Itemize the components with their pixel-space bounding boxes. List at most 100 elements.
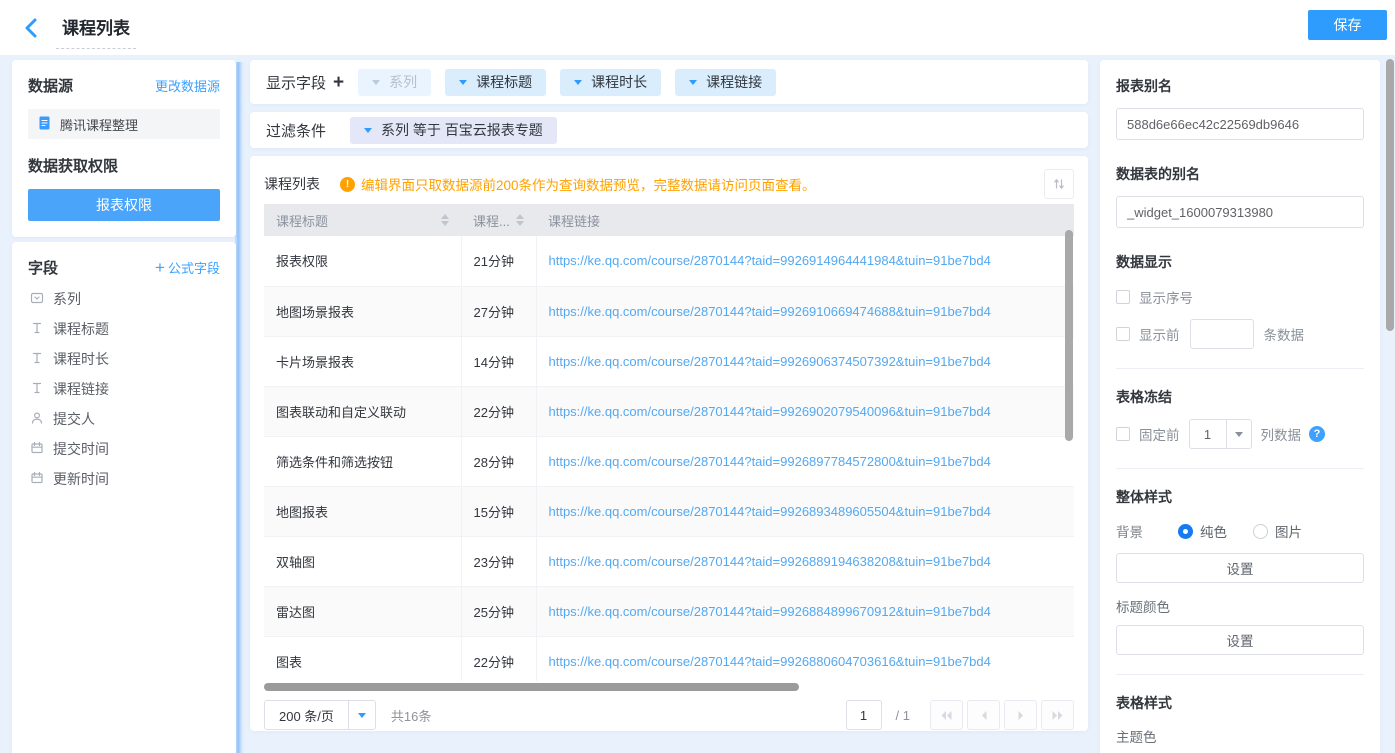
solid-color-radio[interactable] [1178, 524, 1193, 539]
cell-title: 图表联动和自定义联动 [264, 386, 461, 436]
cell-link[interactable]: https://ke.qq.com/course/2870144?taid=99… [536, 636, 1074, 681]
user-field-icon [30, 411, 53, 428]
chevron-down-icon [364, 128, 372, 133]
total-pages: / 1 [896, 708, 910, 723]
freeze-count-select[interactable]: 1 [1189, 419, 1252, 449]
image-radio[interactable] [1253, 524, 1268, 539]
table-row: 地图场景报表 27分钟 https://ke.qq.com/course/287… [264, 286, 1074, 336]
show-index-checkbox[interactable] [1116, 290, 1130, 304]
table-row: 双轴图 23分钟 https://ke.qq.com/course/287014… [264, 536, 1074, 586]
cell-duration: 22分钟 [461, 386, 536, 436]
background-set-button[interactable]: 设置 [1116, 553, 1364, 583]
cell-title: 地图场景报表 [264, 286, 461, 336]
cell-link[interactable]: https://ke.qq.com/course/2870144?taid=99… [536, 586, 1074, 636]
page-size-value: 200 条/页 [265, 701, 348, 729]
field-item-submit-time[interactable]: 提交时间 [28, 434, 220, 464]
last-page-button[interactable] [1041, 700, 1074, 730]
cell-title: 筛选条件和筛选按钮 [264, 436, 461, 486]
freeze-checkbox[interactable] [1116, 427, 1130, 441]
field-item-course-link[interactable]: 课程链接 [28, 374, 220, 404]
page-number-input[interactable] [846, 700, 882, 730]
freeze-suffix-label: 列数据 [1261, 424, 1302, 444]
show-first-checkbox[interactable] [1116, 327, 1130, 341]
field-item-submitter[interactable]: 提交人 [28, 404, 220, 434]
title-color-label: 标题颜色 [1116, 596, 1364, 616]
show-first-label: 显示前 [1139, 324, 1180, 344]
table-row: 图表 22分钟 https://ke.qq.com/course/2870144… [264, 636, 1074, 681]
cell-duration: 25分钟 [461, 586, 536, 636]
cell-link[interactable]: https://ke.qq.com/course/2870144?taid=99… [536, 536, 1074, 586]
field-tag-course-title[interactable]: 课程标题 [445, 69, 546, 96]
field-item-series[interactable]: 系列 [28, 284, 220, 314]
cell-duration: 22分钟 [461, 636, 536, 681]
back-icon[interactable] [20, 16, 44, 40]
divider [1116, 674, 1364, 675]
table-alias-input[interactable] [1116, 196, 1364, 228]
report-permission-button[interactable]: 报表权限 [28, 189, 220, 221]
field-tag-course-link[interactable]: 课程链接 [675, 69, 776, 96]
background-label: 背景 [1116, 521, 1178, 541]
horizontal-scrollbar-track [264, 683, 1074, 691]
field-item-course-title[interactable]: 课程标题 [28, 314, 220, 344]
field-label: 课程时长 [53, 349, 109, 369]
freeze-prefix-label: 固定前 [1139, 424, 1180, 444]
field-tag-series[interactable]: 系列 [358, 69, 431, 96]
prev-page-button[interactable] [967, 700, 1000, 730]
column-header-course-duration[interactable]: 课程... [461, 204, 536, 236]
field-item-course-duration[interactable]: 课程时长 [28, 344, 220, 374]
page-vertical-scrollbar[interactable] [1386, 59, 1394, 331]
sort-toggle-button[interactable] [1044, 169, 1074, 199]
cell-link[interactable]: https://ke.qq.com/course/2870144?taid=99… [536, 486, 1074, 536]
table-row: 图表联动和自定义联动 22分钟 https://ke.qq.com/course… [264, 386, 1074, 436]
show-first-count-input[interactable] [1190, 319, 1254, 349]
warning-text: 编辑界面只取数据源前200条作为查询数据预览，完整数据请访问页面查看。 [361, 174, 816, 194]
sort-icon[interactable] [441, 214, 449, 226]
document-icon [37, 115, 60, 134]
next-page-button[interactable] [1004, 700, 1037, 730]
formula-field-label: 公式字段 [168, 258, 220, 277]
field-tag-course-duration[interactable]: 课程时长 [560, 69, 661, 96]
cell-link[interactable]: https://ke.qq.com/course/2870144?taid=99… [536, 236, 1074, 286]
filter-bar: 过滤条件 系列 等于 百宝云报表专题 [250, 112, 1088, 148]
datasource-item-label: 腾讯课程整理 [60, 115, 138, 134]
theme-color-label: 主题色 [1116, 726, 1364, 746]
freeze-title: 表格冻结 [1116, 387, 1364, 407]
datasource-item[interactable]: 腾讯课程整理 [28, 109, 220, 139]
report-alias-input[interactable] [1116, 108, 1364, 140]
display-fields-label: 显示字段 [266, 72, 326, 93]
cell-link[interactable]: https://ke.qq.com/course/2870144?taid=99… [536, 436, 1074, 486]
sort-icon[interactable] [516, 214, 524, 226]
column-header-course-link[interactable]: 课程链接 [536, 204, 1074, 236]
text-field-icon [30, 351, 53, 368]
save-button[interactable]: 保存 [1308, 10, 1387, 40]
vertical-scrollbar[interactable] [1065, 230, 1073, 441]
course-table: 课程标题 课程... 课程链接 报表权限 21分钟 https://ke.qq.… [264, 204, 1074, 681]
add-field-icon[interactable]: + [333, 73, 344, 92]
page-size-select[interactable]: 200 条/页 [264, 700, 376, 730]
column-header-course-title[interactable]: 课程标题 [264, 204, 461, 236]
field-label: 课程链接 [53, 379, 109, 399]
cell-duration: 14分钟 [461, 336, 536, 386]
first-page-button[interactable] [930, 700, 963, 730]
field-item-update-time[interactable]: 更新时间 [28, 464, 220, 494]
cell-link[interactable]: https://ke.qq.com/course/2870144?taid=99… [536, 286, 1074, 336]
change-datasource-link[interactable]: 更改数据源 [155, 76, 220, 95]
filter-condition-tag[interactable]: 系列 等于 百宝云报表专题 [350, 117, 557, 144]
cell-title: 双轴图 [264, 536, 461, 586]
help-icon[interactable]: ? [1309, 426, 1325, 442]
divider [1116, 468, 1364, 469]
text-field-icon [30, 381, 53, 398]
chevron-left-icon [980, 710, 988, 721]
field-label: 更新时间 [53, 469, 109, 489]
plus-icon: + [155, 259, 165, 276]
horizontal-scrollbar[interactable] [264, 683, 799, 691]
formula-field-link[interactable]: + 公式字段 [155, 258, 220, 277]
table-alias-label: 数据表的别名 [1116, 164, 1364, 184]
date-field-icon [30, 471, 53, 488]
cell-link[interactable]: https://ke.qq.com/course/2870144?taid=99… [536, 386, 1074, 436]
cell-title: 地图报表 [264, 486, 461, 536]
date-field-icon [30, 441, 53, 458]
title-color-set-button[interactable]: 设置 [1116, 625, 1364, 655]
tag-label: 课程链接 [706, 72, 762, 92]
cell-link[interactable]: https://ke.qq.com/course/2870144?taid=99… [536, 336, 1074, 386]
